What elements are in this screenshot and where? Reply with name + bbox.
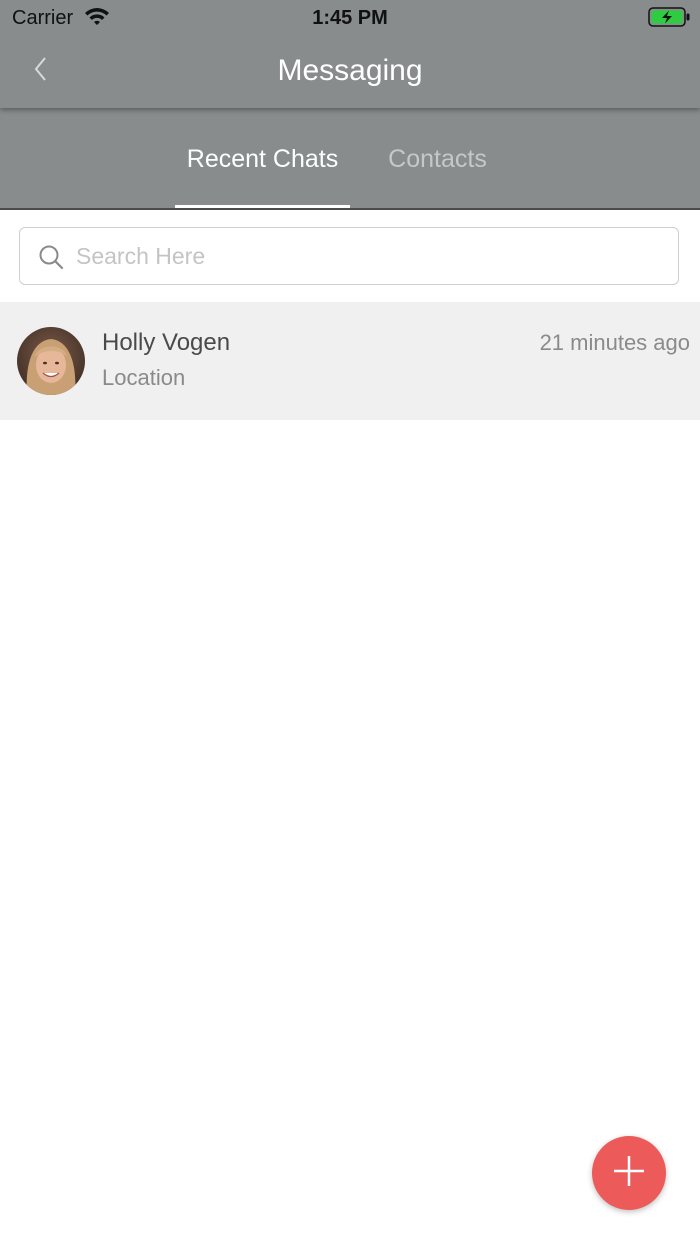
chat-last-message: Location <box>102 365 186 390</box>
app-header: Carrier 1:45 PM Messaging <box>0 0 700 108</box>
active-tab-indicator <box>175 205 350 208</box>
status-time: 1:45 PM <box>312 7 388 29</box>
chat-contact-name: Holly Vogen <box>102 329 231 356</box>
chat-timestamp: 21 minutes ago <box>539 330 690 355</box>
chat-list: Holly Vogen Location 21 minutes ago <box>0 302 700 420</box>
search-input[interactable] <box>76 238 666 274</box>
tab-contacts[interactable]: Contacts <box>350 144 525 174</box>
messaging-screen: Carrier 1:45 PM Messaging Recent Chats C… <box>0 0 700 1244</box>
page-title: Messaging <box>277 54 423 87</box>
new-chat-button[interactable] <box>592 1136 666 1210</box>
avatar <box>17 327 85 395</box>
chat-list-item[interactable]: Holly Vogen Location 21 minutes ago <box>0 302 700 420</box>
battery-charging-icon <box>648 7 692 27</box>
search-box <box>19 227 679 285</box>
plus-icon <box>612 1154 646 1193</box>
search-icon <box>38 244 64 270</box>
tab-bar: Recent Chats Contacts <box>0 108 700 210</box>
tab-recent-chats[interactable]: Recent Chats <box>175 144 350 174</box>
